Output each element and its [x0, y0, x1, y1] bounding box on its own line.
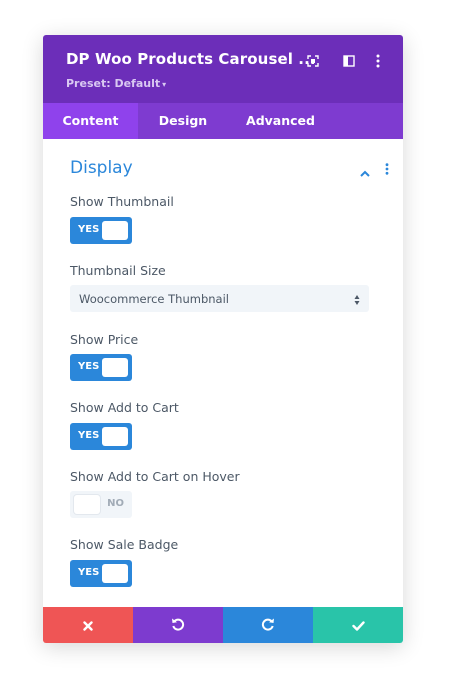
tab-bar: Content Design Advanced	[43, 103, 403, 139]
close-icon	[83, 616, 93, 635]
expand-icon[interactable]	[305, 53, 321, 69]
show-add-to-cart-toggle[interactable]: YES	[70, 423, 132, 450]
modal-footer	[43, 607, 403, 643]
undo-button[interactable]	[133, 607, 223, 643]
thumbnail-size-value: Woocommerce Thumbnail	[79, 292, 229, 306]
settings-modal: DP Woo Products Carousel ... Preset: Def…	[43, 35, 403, 643]
toggle-state: YES	[78, 430, 100, 441]
more-options-icon[interactable]	[385, 160, 389, 179]
modal-title: DP Woo Products Carousel ...	[66, 50, 316, 68]
preset-selector[interactable]: Preset: Default ▾	[66, 77, 166, 90]
section-header[interactable]: Display	[43, 139, 403, 189]
show-price-toggle[interactable]: YES	[70, 354, 132, 381]
undo-icon	[171, 616, 185, 635]
tab-design[interactable]: Design	[138, 103, 228, 139]
caret-down-icon: ▾	[162, 80, 167, 89]
show-add-to-cart-hover-label: Show Add to Cart on Hover	[70, 469, 240, 484]
select-arrows-icon	[354, 291, 360, 310]
tab-advanced[interactable]: Advanced	[228, 103, 333, 139]
chevron-up-icon[interactable]	[360, 162, 370, 181]
toggle-knob	[74, 495, 100, 514]
toggle-knob	[102, 427, 128, 446]
redo-icon	[261, 616, 275, 635]
toggle-state: YES	[78, 224, 100, 235]
modal-header: DP Woo Products Carousel ... Preset: Def…	[43, 35, 403, 103]
split-view-icon[interactable]	[341, 53, 357, 69]
toggle-knob	[102, 564, 128, 583]
section-title: Display	[70, 158, 133, 178]
save-button[interactable]	[313, 607, 403, 643]
tab-content[interactable]: Content	[43, 103, 138, 139]
toggle-state: NO	[107, 498, 124, 509]
thumbnail-size-label: Thumbnail Size	[70, 263, 166, 278]
discard-button[interactable]	[43, 607, 133, 643]
redo-button[interactable]	[223, 607, 313, 643]
show-price-label: Show Price	[70, 332, 139, 347]
toggle-state: YES	[78, 361, 100, 372]
more-options-icon[interactable]	[370, 53, 386, 69]
show-add-to-cart-label: Show Add to Cart	[70, 400, 179, 415]
check-icon	[351, 616, 365, 635]
toggle-state: YES	[78, 567, 100, 578]
show-sale-badge-toggle[interactable]: YES	[70, 560, 132, 587]
toggle-knob	[102, 358, 128, 377]
toggle-knob	[102, 221, 128, 240]
preset-label: Preset: Default	[66, 77, 161, 90]
show-sale-badge-label: Show Sale Badge	[70, 537, 179, 552]
show-thumbnail-toggle[interactable]: YES	[70, 217, 132, 244]
show-add-to-cart-hover-toggle[interactable]: NO	[70, 491, 132, 518]
thumbnail-size-select[interactable]: Woocommerce Thumbnail	[70, 285, 369, 312]
show-thumbnail-label: Show Thumbnail	[70, 194, 174, 209]
